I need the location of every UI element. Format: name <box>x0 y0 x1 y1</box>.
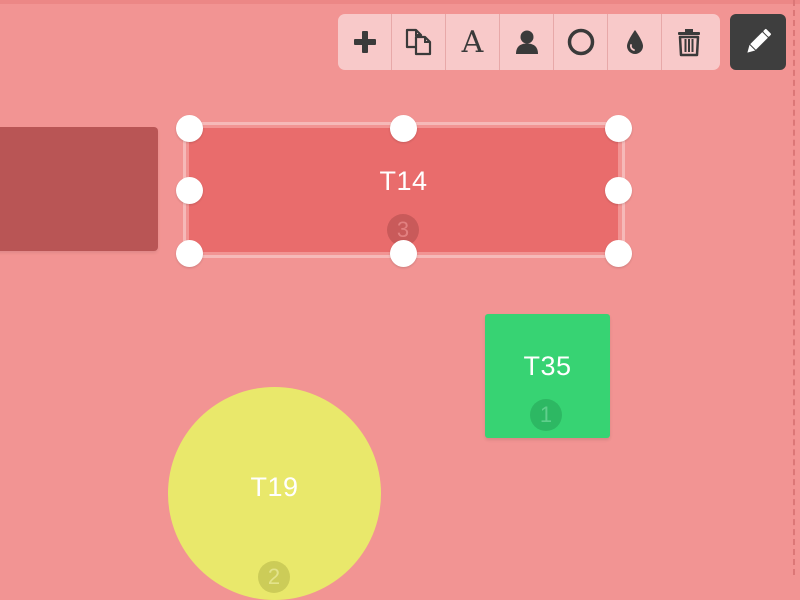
add-table-button[interactable] <box>338 14 392 70</box>
canvas-top-border <box>0 0 800 4</box>
resize-handle-bottom-right[interactable] <box>605 240 632 267</box>
table-label: T35 <box>523 350 572 381</box>
rename-table-button[interactable]: A <box>446 14 500 70</box>
delete-table-button[interactable] <box>662 14 716 70</box>
table-toolbar: A <box>338 14 720 70</box>
resize-handle-top[interactable] <box>390 115 417 142</box>
drop-icon <box>626 30 643 54</box>
seats-button[interactable] <box>500 14 554 70</box>
plus-icon <box>353 31 376 53</box>
table-t35[interactable]: T35 1 <box>485 314 610 438</box>
canvas-boundary-line <box>793 0 795 575</box>
duplicate-table-button[interactable] <box>392 14 446 70</box>
trash-icon <box>678 29 700 57</box>
table-t19[interactable]: T19 2 <box>168 387 381 600</box>
resize-handle-left[interactable] <box>176 177 203 204</box>
resize-handle-right[interactable] <box>605 177 632 204</box>
shape-button[interactable] <box>554 14 608 70</box>
circle-icon <box>567 28 594 56</box>
resize-handle-bottom-left[interactable] <box>176 240 203 267</box>
user-icon <box>515 30 538 54</box>
resize-handle-bottom[interactable] <box>390 240 417 267</box>
font-icon: A <box>461 24 484 60</box>
table-t14[interactable]: T14 3 <box>189 128 618 252</box>
table-label: T19 <box>250 471 299 502</box>
floor-plan-canvas[interactable]: T14 3 T35 1 T19 2 <box>0 0 800 600</box>
edit-mode-button[interactable] <box>730 14 786 70</box>
copy-icon <box>405 28 431 56</box>
color-button[interactable] <box>608 14 662 70</box>
resize-handle-top-right[interactable] <box>605 115 632 142</box>
seat-count-badge: 1 <box>530 399 562 431</box>
seat-count-badge: 2 <box>258 561 290 593</box>
resize-handle-top-left[interactable] <box>176 115 203 142</box>
table-left-partial[interactable] <box>0 127 158 251</box>
table-label: T14 <box>379 165 428 196</box>
pencil-icon <box>747 28 772 53</box>
